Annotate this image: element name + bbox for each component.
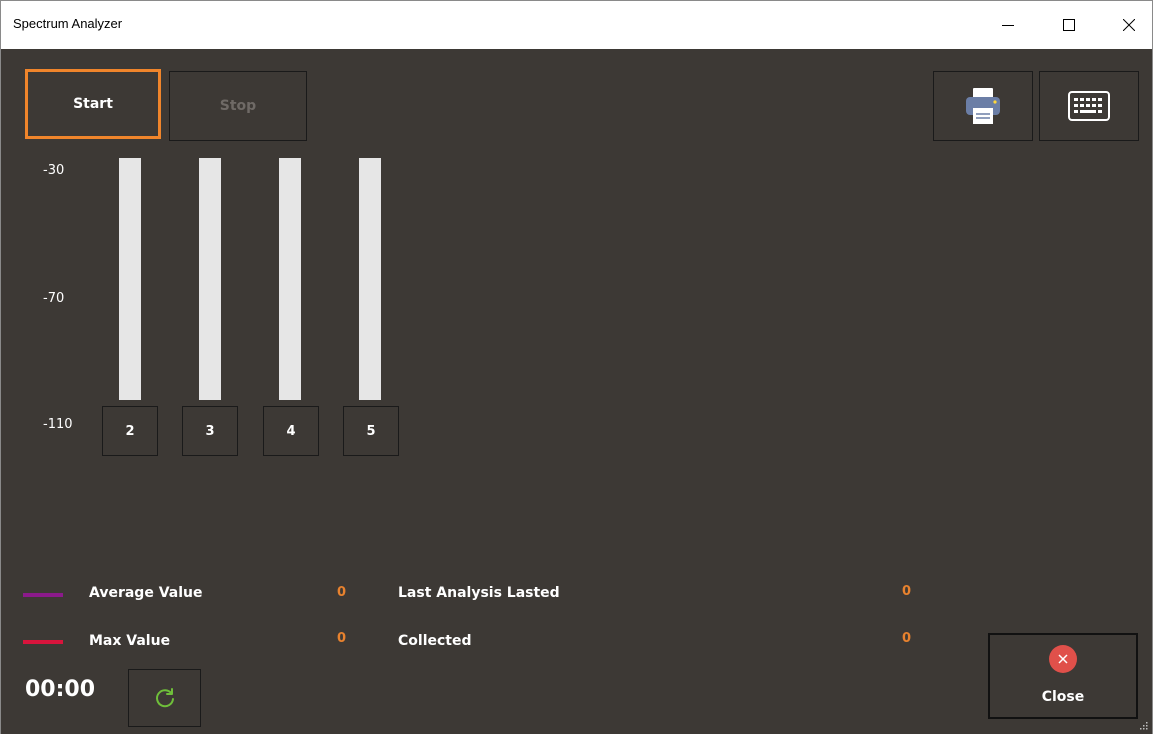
close-icon [1123,19,1135,31]
title-bar: Spectrum Analyzer [1,1,1152,49]
refresh-button[interactable] [128,669,201,727]
channel-label-4: 4 [263,406,319,456]
channel-bar-3 [199,158,221,400]
keyboard-icon [1068,91,1110,121]
main-content: Start Stop -30 -70 -110 2 3 4 5 Average … [1,49,1152,734]
last-analysis-label: Last Analysis Lasted [398,585,560,601]
channel-bar-4 [279,158,301,400]
channel-bar-5 [359,158,381,400]
close-button[interactable]: Close [988,633,1138,719]
refresh-icon [155,688,174,708]
start-button[interactable]: Start [25,69,161,139]
channel-label-5: 5 [343,406,399,456]
collected-label: Collected [398,633,472,649]
axis-label-middle: -70 [43,291,65,306]
close-button-label: Close [1041,689,1085,705]
max-value-swatch [23,640,63,644]
axis-label-top: -30 [43,163,65,178]
keyboard-button[interactable] [1039,71,1139,141]
maximize-icon [1063,19,1075,31]
average-value-label: Average Value [89,585,203,601]
channel-bar-2 [119,158,141,400]
average-value-swatch [23,593,63,597]
last-analysis-value: 0 [902,584,912,599]
close-circle-icon [1049,645,1077,673]
axis-label-bottom: -110 [43,417,73,432]
elapsed-timer: 00:00 [25,677,96,702]
average-value-number: 0 [337,585,347,600]
channel-label-2: 2 [102,406,158,456]
maximize-button[interactable] [1046,1,1092,49]
max-value-number: 0 [337,631,347,646]
print-button[interactable] [933,71,1033,141]
window-title: Spectrum Analyzer [13,16,123,31]
spectrum-analyzer-window: Spectrum Analyzer Start Stop -30 -70 -11… [0,0,1153,734]
minimize-icon [1002,25,1014,26]
max-value-label: Max Value [89,633,171,649]
resize-grip-icon[interactable] [1138,720,1148,730]
channel-label-3: 3 [182,406,238,456]
stop-button[interactable]: Stop [169,71,307,141]
minimize-button[interactable] [985,1,1031,49]
collected-value: 0 [902,631,912,646]
window-close-button[interactable] [1106,1,1152,49]
printer-icon [966,88,1000,124]
